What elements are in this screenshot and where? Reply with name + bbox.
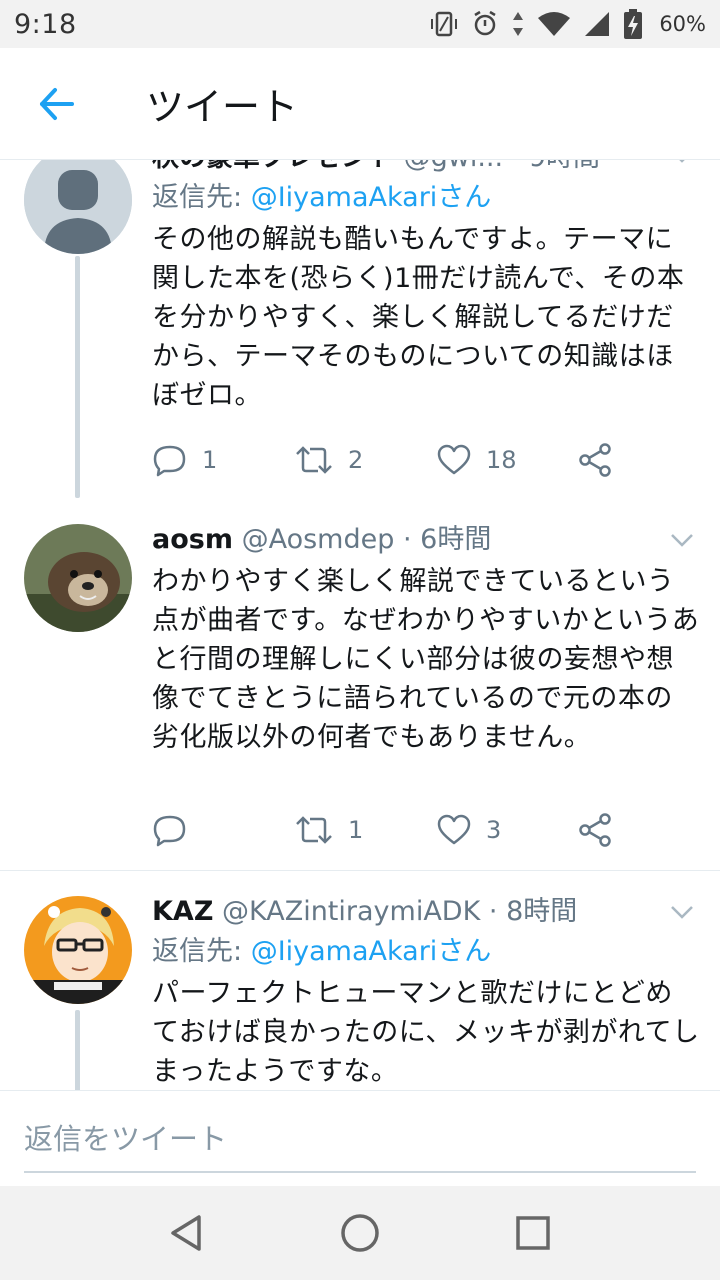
heart-icon — [437, 814, 471, 845]
reply-prefix: 返信先: — [152, 936, 251, 967]
avatar[interactable] — [24, 160, 132, 254]
tweet-thread[interactable]: 秋の豪華プレゼント @gwi... · 9時間 返信先: @IiyamaAkar… — [0, 160, 720, 1090]
tweet-actions: 1 3 — [152, 810, 612, 850]
tweet-content: KAZ @KAZintiraymiADK · 8時間 返信先: @IiyamaA… — [152, 892, 700, 1090]
avatar[interactable] — [24, 896, 132, 1004]
reply-suffix: さん — [437, 936, 492, 967]
separator-dot: · — [512, 160, 521, 173]
battery-percentage: 60% — [659, 12, 706, 36]
retweet-button[interactable]: 2 — [294, 442, 436, 478]
otter-avatar-image — [24, 524, 132, 632]
reply-mention[interactable]: @IiyamaAkari — [251, 182, 438, 213]
share-button[interactable] — [578, 812, 612, 848]
display-name[interactable]: aosm — [152, 524, 233, 555]
tweet-time[interactable]: 8時間 — [506, 896, 577, 927]
like-button[interactable]: 18 — [436, 442, 578, 478]
display-name[interactable]: KAZ — [152, 896, 213, 927]
tweet-meta: 秋の豪華プレゼント @gwi... · 9時間 — [152, 160, 700, 178]
triangle-back-icon — [170, 1215, 201, 1251]
reply-prefix: 返信先: — [152, 182, 251, 213]
tweet-text: わかりやすく楽しく解説できているという点が曲者です。なぜわかりやすいかというあと… — [152, 566, 700, 753]
chevron-down-icon[interactable] — [668, 902, 696, 922]
reply-icon — [153, 815, 186, 847]
tweet-actions: 1 2 18 — [152, 440, 612, 480]
app-header: ツイート — [0, 48, 720, 160]
separator-dot: · — [402, 524, 412, 555]
nav-recents-button[interactable] — [493, 1193, 573, 1273]
thread-connector — [75, 256, 80, 498]
cell-signal-icon — [585, 12, 610, 36]
status-time: 9:18 — [14, 8, 77, 40]
reply-to-line: 返信先: @IiyamaAkariさん — [152, 932, 700, 972]
status-bar: 9:18 60% — [0, 0, 720, 48]
retweet-icon — [296, 816, 332, 844]
tweet-divider — [0, 870, 720, 871]
share-icon — [579, 443, 611, 477]
tweet-meta: aosm @Aosmdep · 6時間 — [152, 520, 700, 560]
tweet-item[interactable]: KAZ @KAZintiraymiADK · 8時間 返信先: @IiyamaA… — [0, 892, 720, 1090]
share-icon — [579, 813, 611, 847]
like-button[interactable]: 3 — [436, 812, 578, 848]
avatar[interactable] — [24, 524, 132, 632]
user-handle[interactable]: @KAZintiraymiADK — [222, 896, 480, 927]
reply-button[interactable] — [152, 812, 294, 848]
chevron-down-icon[interactable] — [668, 530, 696, 550]
display-name[interactable]: 秋の豪華プレゼント — [152, 160, 395, 173]
tweet-content: 秋の豪華プレゼント @gwi... · 9時間 返信先: @IiyamaAkar… — [152, 160, 700, 415]
share-button[interactable] — [578, 442, 612, 478]
square-recents-icon — [516, 1216, 551, 1250]
status-icons: 60% — [429, 8, 706, 40]
reply-mention[interactable]: @IiyamaAkari — [251, 936, 438, 967]
user-handle[interactable]: @Aosmdep — [242, 524, 395, 555]
reply-count: 1 — [202, 446, 218, 474]
alarm-icon — [474, 10, 496, 36]
retweet-count: 2 — [348, 446, 364, 474]
data-arrows-icon — [513, 12, 524, 36]
reply-composer-bar: 返信をツイート — [0, 1090, 720, 1186]
retweet-count: 1 — [348, 816, 364, 844]
default-avatar-icon — [24, 160, 132, 254]
arrow-left-icon — [40, 87, 74, 120]
vibrate-icon — [431, 11, 458, 37]
reply-input[interactable]: 返信をツイート — [24, 1117, 696, 1173]
thread-connector — [75, 1010, 80, 1090]
tweet-text: パーフェクトヒューマンと歌だけにとどめておけば良かったのに、メッキが剥がれてしま… — [152, 978, 700, 1087]
reply-to-line: 返信先: @IiyamaAkariさん — [152, 178, 700, 218]
tweet-meta: KAZ @KAZintiraymiADK · 8時間 — [152, 892, 700, 932]
reply-button[interactable]: 1 — [152, 442, 294, 478]
tweet-text: その他の解説も酷いもんですよ。テーマに関した本を(恐らく)1冊だけ読んで、その本… — [152, 224, 685, 411]
nav-back-button[interactable] — [147, 1193, 227, 1273]
system-nav-bar — [0, 1186, 720, 1280]
tweet-content: aosm @Aosmdep · 6時間 わかりやすく楽しく解説できているという点… — [152, 520, 700, 757]
wifi-icon — [538, 12, 571, 36]
tweet-time[interactable]: 6時間 — [420, 524, 491, 555]
tweet-item[interactable]: aosm @Aosmdep · 6時間 わかりやすく楽しく解説できているという点… — [0, 520, 720, 870]
reply-suffix: さん — [437, 182, 492, 213]
back-button[interactable] — [0, 48, 112, 160]
tweet-time[interactable]: 9時間 — [529, 160, 600, 173]
chevron-down-icon[interactable] — [668, 160, 696, 166]
circle-home-icon — [341, 1214, 379, 1252]
user-handle[interactable]: @gwi... — [404, 160, 503, 173]
anime-character-avatar-image — [24, 896, 132, 1004]
separator-dot: · — [488, 896, 498, 927]
battery-icon — [624, 9, 643, 39]
page-title: ツイート — [146, 85, 299, 129]
like-count: 18 — [486, 446, 517, 474]
nav-home-button[interactable] — [320, 1193, 400, 1273]
heart-icon — [437, 444, 471, 475]
retweet-icon — [296, 446, 332, 474]
like-count: 3 — [486, 816, 502, 844]
reply-icon — [153, 445, 186, 477]
retweet-button[interactable]: 1 — [294, 812, 436, 848]
